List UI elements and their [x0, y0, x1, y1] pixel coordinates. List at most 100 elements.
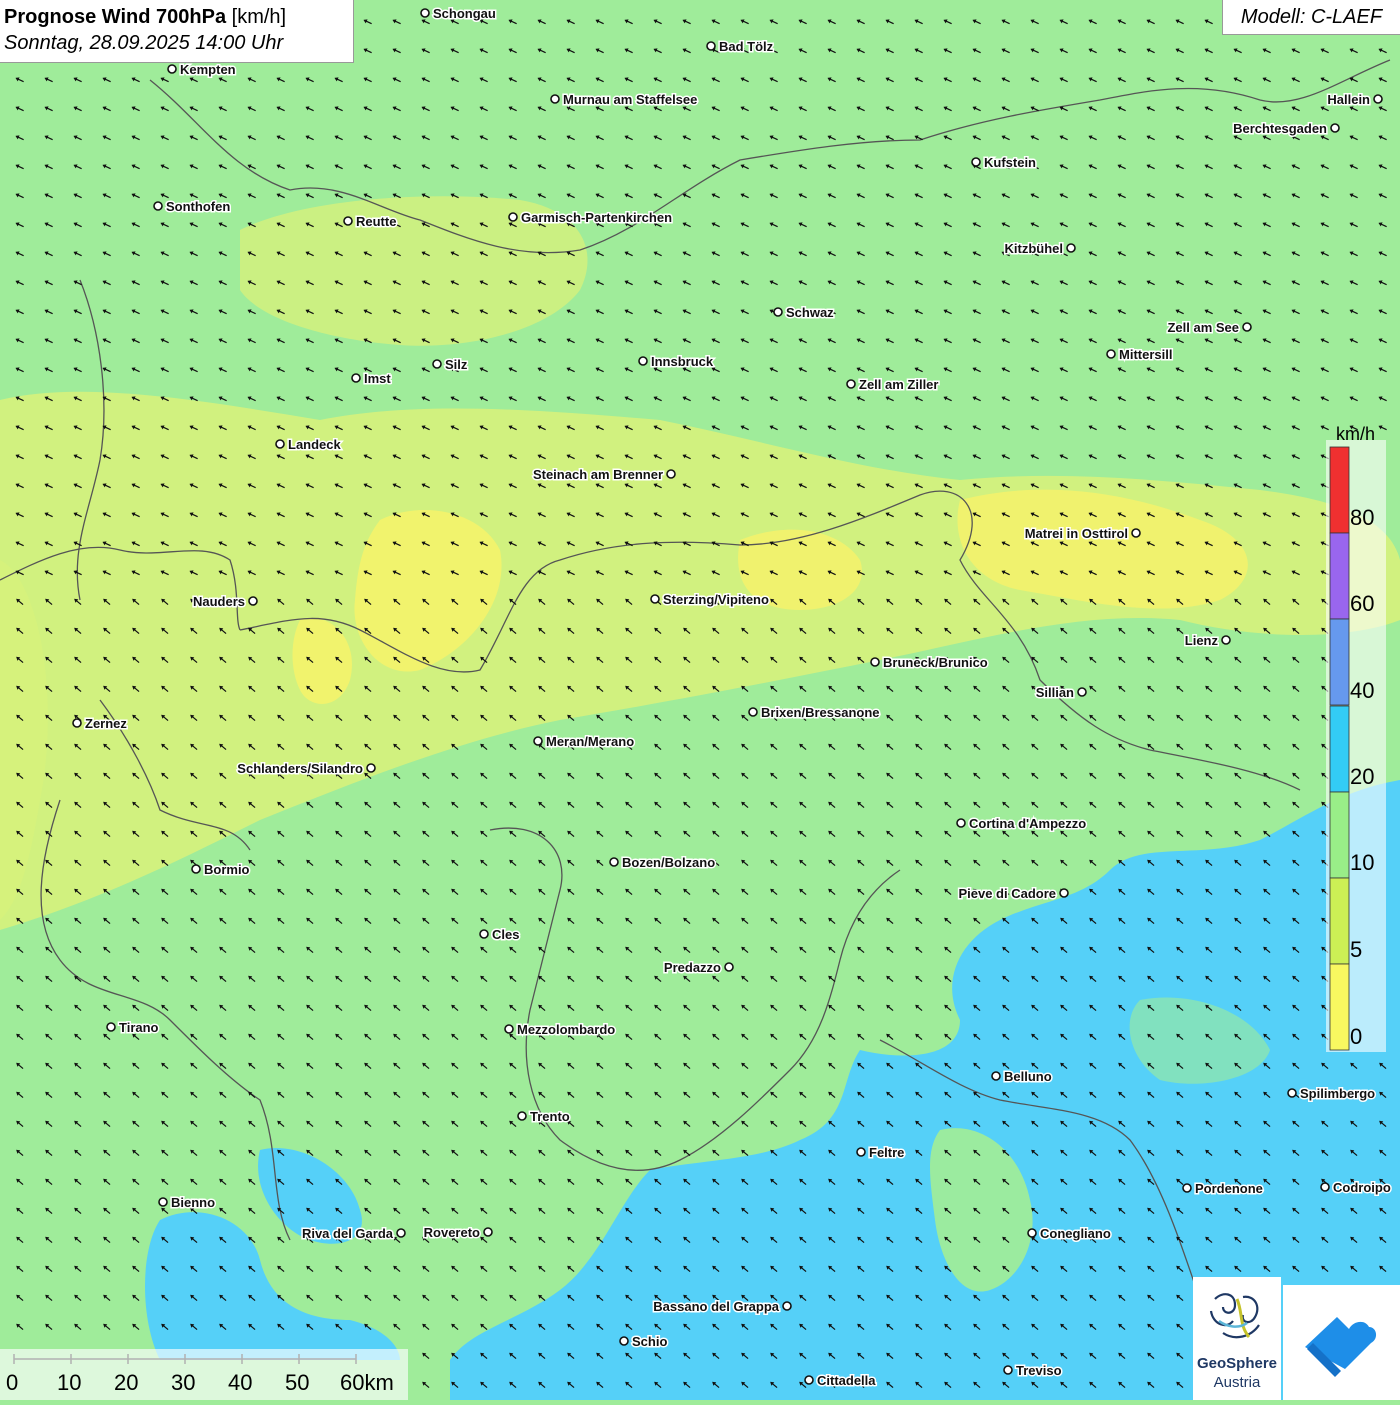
city-marker[interactable]: Pieve di Cadore [957, 885, 1069, 903]
wind-arrow [886, 859, 894, 867]
city-marker[interactable]: Sterzing/Vipiteno [650, 591, 770, 609]
wind-arrow [277, 1004, 285, 1012]
wind-arrow [885, 280, 894, 286]
wind-arrow [1176, 714, 1184, 722]
city-marker[interactable]: Schlanders/Silandro [236, 760, 376, 778]
city-marker[interactable]: Bruneck/Brunico [870, 654, 989, 672]
wind-arrow [653, 193, 662, 199]
wind-arrow [1204, 48, 1213, 54]
wind-arrow [276, 367, 285, 373]
wind-arrow [74, 1265, 82, 1273]
city-marker[interactable]: Predazzo [662, 959, 734, 977]
wind-arrow [451, 1091, 459, 1099]
city-marker[interactable]: Silz [432, 356, 469, 374]
city-marker[interactable]: Tirano [106, 1019, 160, 1037]
wind-arrow [392, 367, 401, 373]
city-marker[interactable]: Cles [479, 926, 521, 944]
wind-arrow [189, 367, 198, 373]
wind-arrow [305, 77, 314, 83]
wind-arrow [537, 135, 546, 141]
wind-arrow [653, 19, 662, 25]
wind-arrow [1117, 77, 1126, 83]
city-label: Mezzolombardo [517, 1022, 615, 1037]
city-marker[interactable]: Kufstein [971, 154, 1038, 172]
wind-arrow [1378, 280, 1387, 286]
wind-arrow [769, 77, 778, 83]
city-marker[interactable]: Bormio [191, 861, 251, 879]
city-marker[interactable]: Imst [351, 370, 393, 388]
city-marker[interactable]: Garmisch-Partenkirchen [508, 209, 674, 227]
wind-arrow [161, 1149, 169, 1157]
wind-arrow [1378, 193, 1387, 199]
city-marker[interactable]: Sillian [1034, 684, 1087, 702]
city-marker[interactable]: Schwaz [773, 304, 836, 322]
wind-arrow [219, 946, 227, 954]
city-marker[interactable]: Bienno [158, 1194, 217, 1212]
wind-arrow [392, 396, 401, 402]
city-marker[interactable]: Zell am Ziller [846, 376, 940, 394]
wind-arrow [131, 280, 140, 286]
city-marker[interactable]: Riva del Garda [300, 1225, 406, 1243]
city-marker[interactable]: Bassano del Grappa [652, 1298, 792, 1316]
wind-arrow [248, 888, 256, 896]
wind-arrow [305, 135, 314, 141]
wind-arrow [943, 367, 952, 373]
wind-arrow [247, 367, 256, 373]
city-marker[interactable]: Zell am See [1166, 319, 1252, 337]
city-marker[interactable]: Brixen/Bressanone [748, 704, 881, 722]
city-marker[interactable]: Cortina d'Ampezzo [956, 815, 1088, 833]
city-marker[interactable]: Sonthofen [153, 198, 232, 216]
city-marker[interactable]: Mittersill [1106, 346, 1174, 364]
city-marker[interactable]: Matrei in Osttirol [1023, 525, 1141, 543]
wind-arrow [103, 1033, 111, 1041]
wind-arrow [798, 396, 807, 402]
wind-arrow [103, 1323, 111, 1331]
wind-arrow [682, 164, 691, 170]
wind-arrow [828, 685, 836, 693]
wind-arrow [334, 164, 343, 170]
cloud-arrow-icon [1305, 1317, 1377, 1377]
wind-arrow [1031, 772, 1039, 780]
legend-label-10: 10 [1350, 850, 1375, 875]
wind-arrow [741, 975, 749, 983]
wind-arrow [509, 1091, 517, 1099]
wind-arrow [1031, 801, 1039, 809]
wind-arrow [624, 19, 633, 25]
wind-arrow [1059, 135, 1068, 141]
city-marker[interactable]: Lienz [1183, 632, 1231, 650]
city-label: Cles [492, 927, 519, 942]
city-marker[interactable]: Kempten [167, 61, 237, 79]
wind-arrow [102, 338, 111, 344]
city-marker[interactable]: Spilimbergo [1287, 1085, 1377, 1103]
wind-arrow [943, 396, 952, 402]
wind-arrow [509, 1265, 517, 1273]
wind-arrow [422, 888, 430, 896]
city-marker[interactable]: Conegliano [1027, 1225, 1112, 1243]
city-marker[interactable]: Meran/Merano [533, 733, 636, 751]
city-marker[interactable]: Trento [517, 1108, 571, 1126]
city-marker[interactable]: Schongau [420, 5, 497, 23]
wind-arrow [595, 19, 604, 25]
wind-arrow [653, 396, 662, 402]
wind-arrow [1146, 48, 1155, 54]
wind-arrow [509, 772, 517, 780]
app-logo[interactable] [1283, 1285, 1400, 1400]
wind-arrow [596, 1062, 604, 1070]
city-marker[interactable]: Bozen/Bolzano [609, 854, 717, 872]
wind-arrow [160, 309, 169, 315]
city-marker[interactable]: Mezzolombardo [504, 1021, 617, 1039]
city-marker[interactable]: Innsbruck [638, 353, 715, 371]
city-marker[interactable]: Murnau am Staffelsee [550, 91, 699, 109]
city-label: Trento [530, 1109, 570, 1124]
wind-arrow [1234, 801, 1242, 809]
wind-arrow [132, 1120, 140, 1128]
wind-arrow [1262, 367, 1271, 373]
wind-arrow [1146, 77, 1155, 83]
wind-arrow [1233, 222, 1242, 228]
city-marker[interactable]: Berchtesgaden [1232, 120, 1340, 138]
geosphere-logo[interactable]: GeoSphere Austria [1193, 1277, 1281, 1400]
wind-arrow [828, 772, 836, 780]
city-marker[interactable]: Pordenone [1182, 1180, 1264, 1198]
city-marker[interactable]: Hallein [1326, 91, 1383, 109]
city-marker[interactable]: Steinach am Brenner [531, 466, 676, 484]
